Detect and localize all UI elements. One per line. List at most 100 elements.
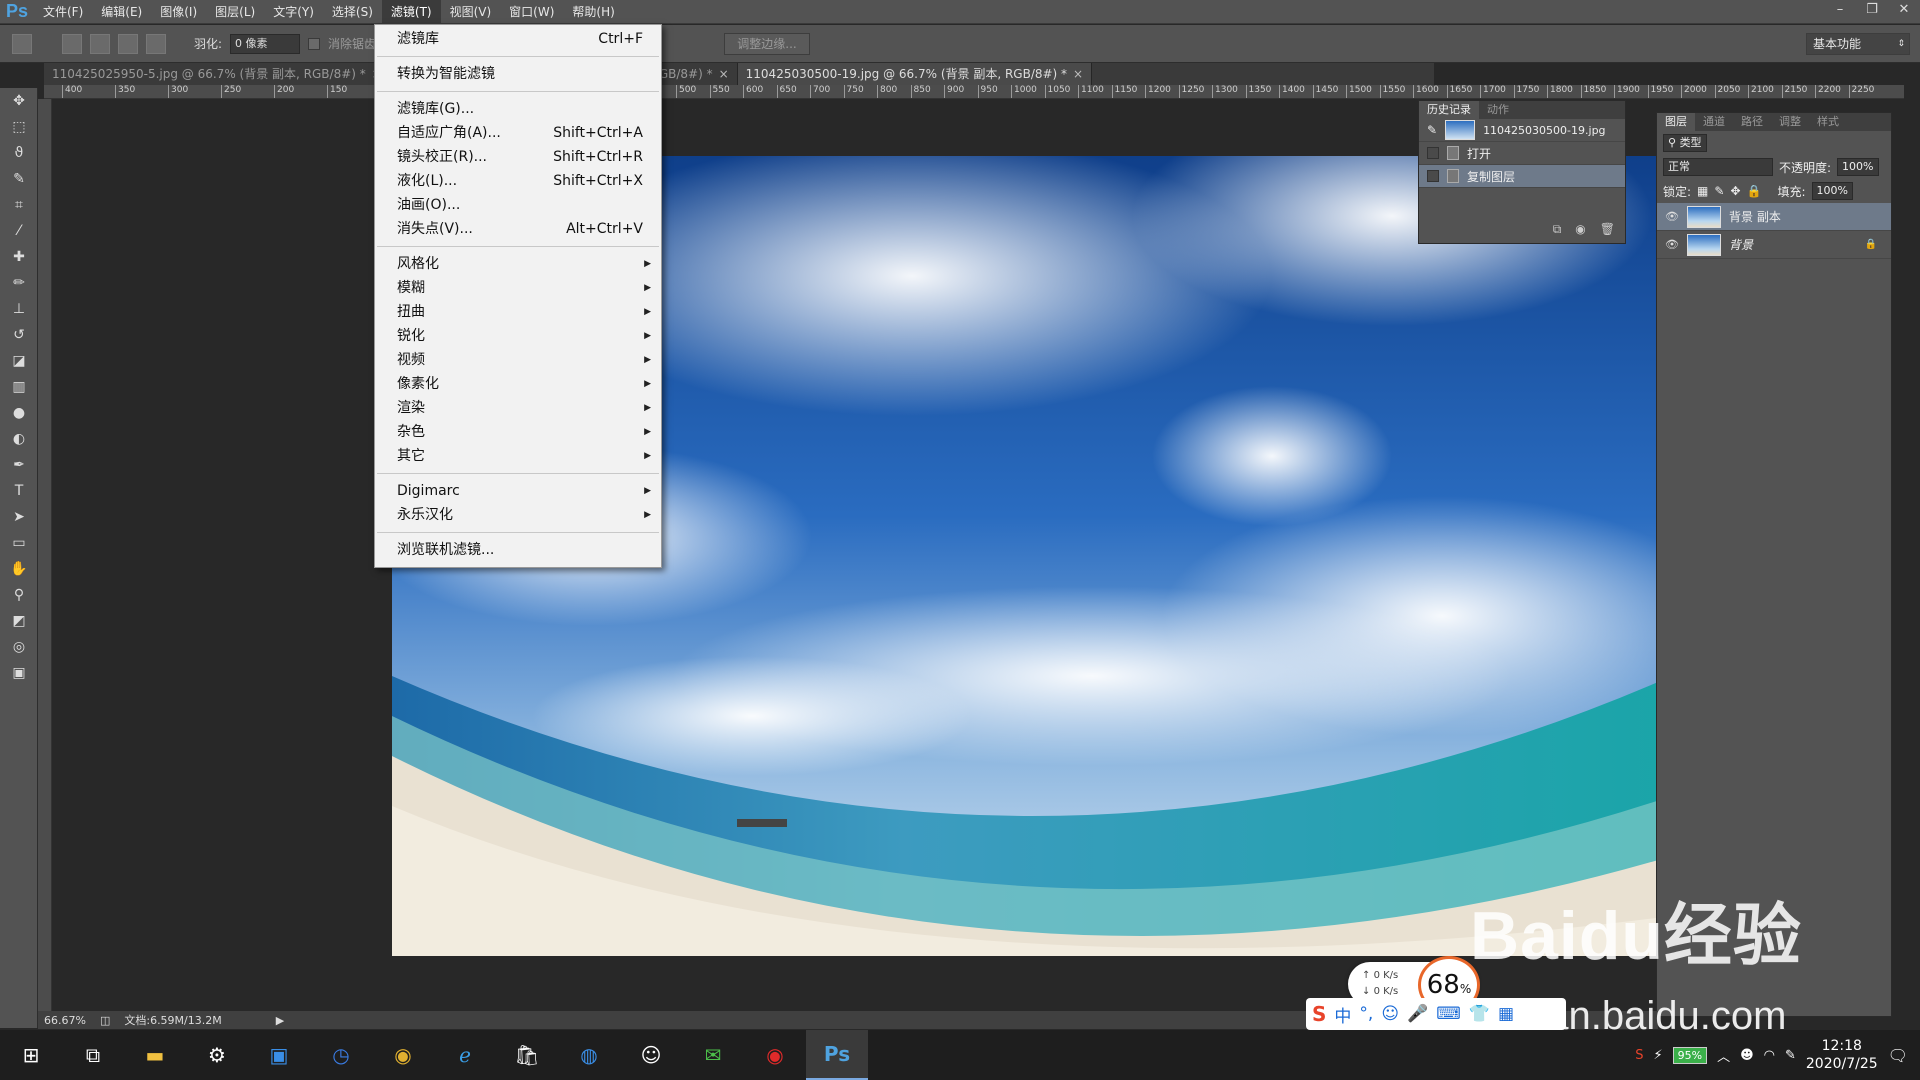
filter-menu-item[interactable]: 风格化 ▶ [375, 252, 661, 276]
filter-menu-item[interactable]: 锐化 ▶ [375, 324, 661, 348]
path-select-icon[interactable]: ➤ [0, 504, 38, 530]
tab-actions[interactable]: 动作 [1479, 101, 1517, 119]
qq-browser-icon[interactable]: ◍ [558, 1030, 620, 1080]
task-view-icon[interactable]: ⧉ [62, 1030, 124, 1080]
menu-layer[interactable]: 图层(L) [206, 0, 264, 24]
clock[interactable]: 12:18 2020/7/25 [1806, 1037, 1878, 1073]
gradient-tool-icon[interactable]: ▥ [0, 374, 38, 400]
filter-menu-item[interactable]: 永乐汉化 ▶ [375, 503, 661, 527]
antialias-checkbox[interactable] [308, 37, 321, 50]
camera-icon[interactable]: ◉ [1575, 222, 1585, 237]
filter-menu-item[interactable]: 视频 ▶ [375, 348, 661, 372]
filter-menu-item[interactable]: 模糊 ▶ [375, 276, 661, 300]
tab-paths[interactable]: 路径 [1733, 113, 1771, 131]
doc-size[interactable]: 文档:6.59M/13.2M [124, 1012, 221, 1028]
menu-window[interactable]: 窗口(W) [500, 0, 563, 24]
eyedropper-tool-icon[interactable]: ⁄ [0, 218, 38, 244]
healing-tool-icon[interactable]: ✚ [0, 244, 38, 270]
screen-mode-icon[interactable]: ▣ [0, 660, 38, 686]
stamp-tool-icon[interactable]: ⊥ [0, 296, 38, 322]
tab-layers[interactable]: 图层 [1657, 113, 1695, 131]
layer-row[interactable]: 👁 背景 副本 [1657, 203, 1891, 231]
menu-file[interactable]: 文件(F) [34, 0, 92, 24]
quick-select-tool-icon[interactable]: ✎ [0, 166, 38, 192]
menu-edit[interactable]: 编辑(E) [92, 0, 151, 24]
filter-menu-item[interactable]: 滤镜库 Ctrl+F [375, 27, 661, 51]
lock-all-icon[interactable]: 🔒 [1747, 184, 1762, 198]
wechat-icon[interactable]: ✉ [682, 1030, 744, 1080]
notifications-icon[interactable]: 🗨 [1888, 1046, 1908, 1065]
new-document-icon[interactable]: ⧉ [1553, 222, 1562, 237]
type-tool-icon[interactable]: T [0, 478, 38, 504]
filter-menu-item[interactable]: 其它 ▶ [375, 444, 661, 468]
crop-tool-icon[interactable]: ⌗ [0, 192, 38, 218]
file-explorer-icon[interactable]: ▬ [124, 1030, 186, 1080]
menu-select[interactable]: 选择(S) [323, 0, 382, 24]
sogou-tray-icon[interactable]: S [1635, 1048, 1643, 1063]
menu-type[interactable]: 文字(Y) [264, 0, 323, 24]
subtract-selection-icon[interactable] [118, 33, 138, 54]
tab-styles[interactable]: 样式 [1809, 113, 1847, 131]
store-icon[interactable]: 🛍 [496, 1030, 558, 1080]
refine-edge-button[interactable]: 调整边缘... [724, 33, 810, 55]
filter-menu-item[interactable]: 滤镜库(G)... [375, 97, 661, 121]
filter-menu-item[interactable]: 镜头校正(R)... Shift+Ctrl+R [375, 145, 661, 169]
opacity-input[interactable]: 100% [1837, 158, 1879, 176]
tab-adjustments[interactable]: 调整 [1771, 113, 1809, 131]
power-icon[interactable]: ⚡ [1653, 1048, 1662, 1063]
windows-start-icon[interactable]: ⊞ [0, 1030, 62, 1080]
menu-help[interactable]: 帮助(H) [563, 0, 623, 24]
layer-kind-select[interactable]: ⚲ 类型 [1663, 134, 1707, 152]
tab-history[interactable]: 历史记录 [1419, 101, 1479, 119]
filter-menu-item[interactable]: 杂色 ▶ [375, 420, 661, 444]
menu-filter[interactable]: 滤镜(T) [381, 0, 441, 24]
microphone-icon[interactable]: 🎤 [1407, 1004, 1428, 1024]
edge-ie-icon[interactable]: ℯ [434, 1030, 496, 1080]
lock-position-icon[interactable]: ✥ [1730, 184, 1740, 198]
keyboard-icon[interactable]: ⌨ [1436, 1004, 1461, 1024]
menu-image[interactable]: 图像(I) [151, 0, 206, 24]
fill-input[interactable]: 100% [1811, 182, 1853, 200]
visibility-eye-icon[interactable]: 👁 [1665, 238, 1679, 251]
eraser-tool-icon[interactable]: ◪ [0, 348, 38, 374]
visibility-eye-icon[interactable]: 👁 [1665, 210, 1679, 223]
history-step[interactable]: 复制图层 [1419, 165, 1625, 188]
trash-icon[interactable]: 🗑 [1600, 222, 1615, 237]
history-brush-source-icon[interactable]: ✎ [1427, 123, 1437, 137]
history-snapshot[interactable]: ✎ 110425030500-19.jpg [1419, 119, 1625, 142]
filter-menu-item[interactable]: Digimarc ▶ [375, 479, 661, 503]
hand-tool-icon[interactable]: ✋ [0, 556, 38, 582]
filter-menu-item[interactable]: 扭曲 ▶ [375, 300, 661, 324]
filter-menu-item[interactable]: 消失点(V)... Alt+Ctrl+V [375, 217, 661, 241]
blur-tool-icon[interactable]: ● [0, 400, 38, 426]
history-brush-icon[interactable]: ↺ [0, 322, 38, 348]
close-icon[interactable]: × [719, 63, 729, 85]
zoom-tool-icon[interactable]: ⚲ [0, 582, 38, 608]
filter-menu-item[interactable]: 转换为智能滤镜 [375, 62, 661, 86]
photoshop-taskbar-icon[interactable]: Ps [806, 1030, 868, 1080]
wifi-icon[interactable]: ◠ [1764, 1048, 1775, 1063]
add-selection-icon[interactable] [90, 33, 110, 54]
chevron-up-icon[interactable]: ︿ [1717, 1046, 1730, 1065]
quick-mask-icon[interactable]: ◎ [0, 634, 38, 660]
netease-music-icon[interactable]: ◉ [744, 1030, 806, 1080]
doc-tab-active[interactable]: 110425030500-19.jpg @ 66.7% (背景 副本, RGB/… [737, 63, 1093, 85]
status-arrow-icon[interactable]: ▶ [276, 1014, 284, 1027]
blend-mode-select[interactable]: 正常 [1663, 158, 1773, 176]
lock-pixels-icon[interactable]: ▦ [1697, 184, 1708, 198]
settings-icon[interactable]: ⚙ [186, 1030, 248, 1080]
battery-percent[interactable]: 95% [1672, 1046, 1708, 1064]
pen-tool-icon[interactable]: ✒ [0, 452, 38, 478]
clock-app-icon[interactable]: ◷ [310, 1030, 372, 1080]
brush-tool-icon[interactable]: ✏ [0, 270, 38, 296]
menu-view[interactable]: 视图(V) [441, 0, 501, 24]
history-step[interactable]: 打开 [1419, 142, 1625, 165]
close-icon[interactable]: ✕ [1888, 0, 1920, 18]
toolbox-icon[interactable]: ▦ [1498, 1004, 1514, 1024]
photos-icon[interactable]: ▣ [248, 1030, 310, 1080]
ime-toolbar[interactable]: S 中 °, ☺ 🎤 ⌨ 👕 ▦ [1306, 998, 1566, 1030]
intersect-selection-icon[interactable] [146, 33, 166, 54]
marquee-tool-preset-icon[interactable] [12, 33, 32, 54]
doc-tab[interactable]: 110425025950-5.jpg @ 66.7% (背景 副本, RGB/8… [44, 63, 391, 85]
close-icon[interactable]: × [1073, 63, 1083, 85]
